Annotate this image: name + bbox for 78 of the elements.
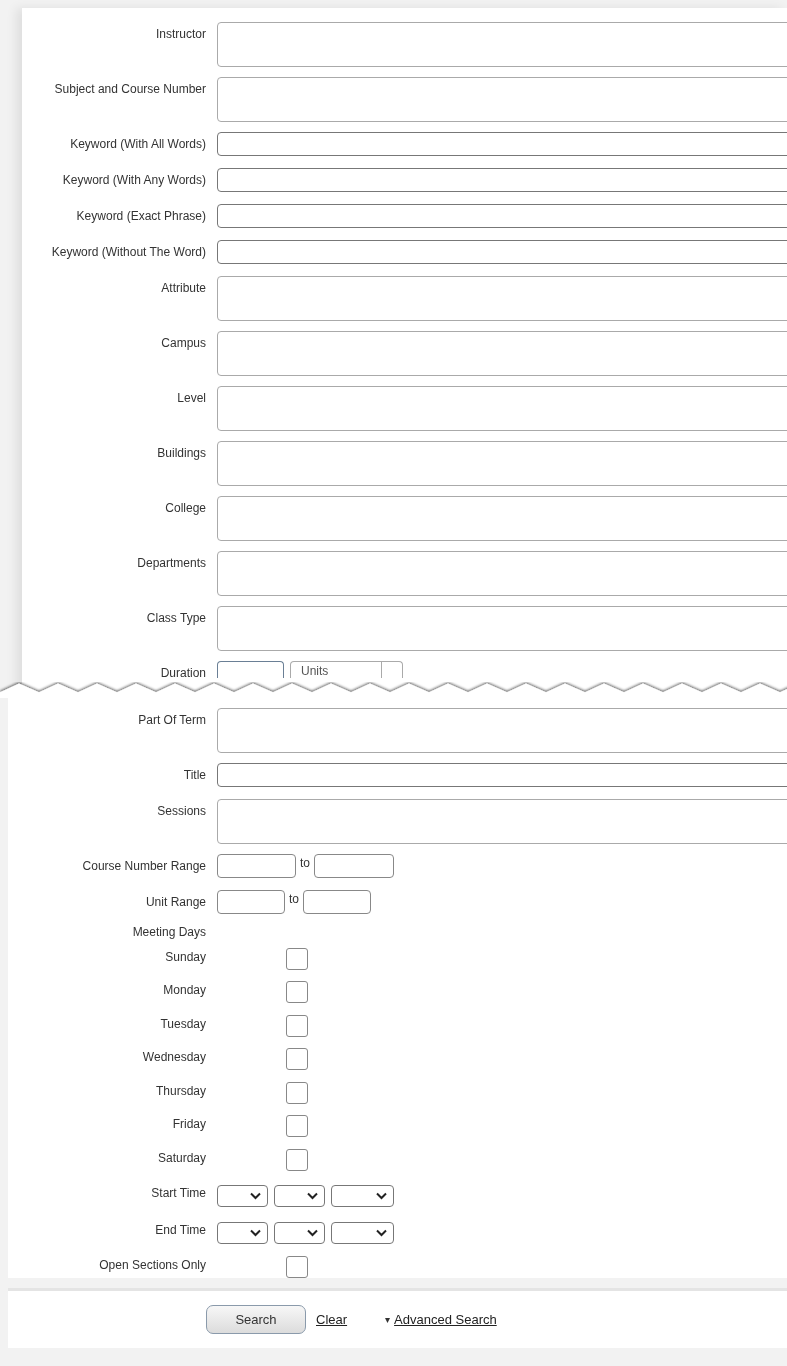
field-label: Part Of Term: [137, 712, 207, 728]
input-field[interactable]: [217, 606, 787, 651]
field-label: College: [164, 500, 207, 516]
field-label: Wednesday: [141, 1051, 207, 1066]
field-label: Level: [176, 390, 207, 406]
checkbox[interactable]: [286, 947, 308, 970]
input-field[interactable]: [217, 551, 787, 596]
field-label: Monday: [162, 984, 207, 999]
input-field[interactable]: [303, 890, 371, 914]
time-dropdown[interactable]: [217, 1222, 268, 1245]
chevron-icon: [376, 1229, 387, 1238]
input-field[interactable]: [217, 204, 787, 228]
time-dropdown[interactable]: [274, 1185, 325, 1208]
field-label: Friday: [171, 1118, 207, 1133]
input-field[interactable]: [217, 661, 284, 678]
input-field[interactable]: [217, 22, 787, 67]
field-label: Instructor: [155, 26, 207, 42]
input-field[interactable]: [217, 708, 787, 753]
time-dropdown[interactable]: [217, 1185, 268, 1208]
checkbox[interactable]: [286, 1014, 308, 1037]
input-field[interactable]: [217, 496, 787, 541]
field-label: Keyword (Without The Word): [50, 244, 207, 260]
checkbox[interactable]: [286, 1081, 308, 1104]
field-label: Keyword (With Any Words): [61, 172, 207, 188]
input-field[interactable]: [217, 331, 787, 376]
field-label: End Time: [154, 1222, 207, 1239]
checkbox[interactable]: [286, 1115, 308, 1138]
checkbox[interactable]: [286, 1148, 308, 1171]
field-label: Attribute: [160, 280, 207, 296]
field-label: Departments: [136, 555, 207, 571]
field-label: Tuesday: [159, 1017, 207, 1032]
field-label: Buildings: [156, 445, 207, 461]
field-label: Title: [182, 767, 207, 783]
field-label: Subject and Course Number: [53, 81, 207, 97]
input-field[interactable]: [217, 240, 787, 264]
field-label: Start Time: [150, 1185, 207, 1202]
advanced-search-link[interactable]: Advanced Search: [394, 1310, 497, 1330]
units-dropdown[interactable]: Units: [290, 661, 403, 678]
time-dropdown[interactable]: [274, 1222, 325, 1245]
chevron-icon: [307, 1192, 318, 1201]
input-field[interactable]: [217, 763, 787, 787]
field-label: Saturday: [156, 1151, 207, 1166]
checkbox[interactable]: [286, 1256, 308, 1279]
field-label: Unit Range: [144, 894, 207, 910]
field-label: Open Sections Only: [98, 1259, 207, 1274]
field-label: Course Number Range: [81, 858, 207, 874]
field-label: Class Type: [145, 610, 207, 626]
input-field[interactable]: [217, 276, 787, 321]
chevron-icon: [307, 1229, 318, 1238]
range-separator: to: [288, 891, 300, 908]
input-field[interactable]: [217, 799, 787, 844]
checkbox[interactable]: [286, 981, 308, 1004]
field-label: Duration: [159, 665, 207, 681]
search-button[interactable]: Search: [206, 1305, 306, 1335]
checkbox[interactable]: [286, 1048, 308, 1071]
input-field[interactable]: [217, 168, 787, 192]
field-label: Thursday: [154, 1084, 207, 1099]
field-label: Sunday: [164, 950, 207, 965]
input-field[interactable]: [217, 854, 296, 878]
input-field[interactable]: [314, 854, 394, 878]
input-field[interactable]: [217, 77, 787, 122]
time-dropdown[interactable]: [331, 1185, 394, 1208]
field-label: Meeting Days: [131, 926, 207, 940]
chevron-icon: [376, 1192, 387, 1201]
time-dropdown[interactable]: [331, 1222, 394, 1245]
input-field[interactable]: [217, 386, 787, 431]
input-field[interactable]: [217, 890, 285, 914]
range-separator: to: [299, 855, 311, 872]
clear-link[interactable]: Clear: [316, 1310, 348, 1330]
chevron-icon: [250, 1229, 261, 1238]
field-label: Keyword (Exact Phrase): [75, 208, 207, 224]
field-label: Campus: [160, 335, 207, 351]
chevron-icon: [250, 1192, 261, 1201]
triangle-icon: ▾: [385, 1312, 391, 1328]
input-field[interactable]: [217, 441, 787, 486]
field-label: Sessions: [156, 803, 207, 819]
input-field[interactable]: [217, 132, 787, 156]
field-label: Keyword (With All Words): [69, 136, 207, 152]
